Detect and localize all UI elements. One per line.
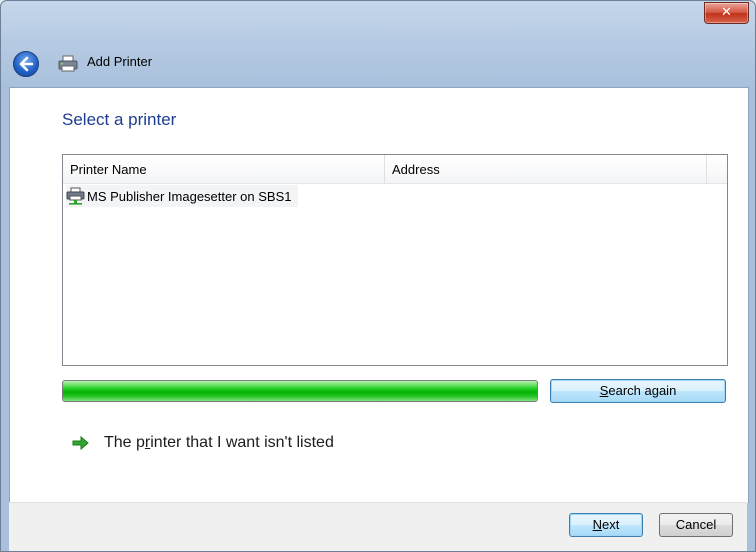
search-again-button[interactable]: Search again bbox=[550, 379, 726, 403]
printer-name: MS Publisher Imagesetter on SBS1 bbox=[87, 188, 292, 204]
progress-fill bbox=[63, 381, 537, 401]
close-button[interactable]: ✕ bbox=[704, 2, 749, 24]
column-header-printer-name[interactable]: Printer Name bbox=[63, 155, 385, 183]
printer-list[interactable]: Printer Name Address MS Publisher Images… bbox=[62, 154, 728, 366]
column-header-filler bbox=[707, 155, 727, 183]
green-arrow-icon bbox=[72, 435, 89, 451]
mnemonic: N bbox=[592, 517, 603, 532]
close-icon: ✕ bbox=[721, 5, 732, 20]
list-header: Printer Name Address bbox=[63, 155, 727, 184]
back-arrow-icon bbox=[19, 56, 34, 72]
list-item[interactable]: MS Publisher Imagesetter on SBS1 bbox=[66, 185, 298, 207]
next-button[interactable]: Next bbox=[569, 513, 643, 537]
link-text: The printer that I want isn't listed bbox=[104, 434, 334, 451]
page-title: Select a printer bbox=[62, 110, 177, 129]
cancel-button[interactable]: Cancel bbox=[659, 513, 733, 537]
column-header-address[interactable]: Address bbox=[385, 155, 707, 183]
back-button[interactable] bbox=[13, 51, 39, 77]
add-printer-window: ✕ Add Printer Select a printer Printer N… bbox=[0, 0, 756, 552]
window-title: Add Printer bbox=[87, 54, 153, 69]
title-bar: Add Printer bbox=[1, 41, 755, 85]
wizard-content: Select a printer Printer Name Address MS… bbox=[9, 87, 749, 503]
button-bar: Next Cancel bbox=[9, 502, 747, 551]
printer-icon bbox=[58, 55, 78, 72]
search-progress-bar bbox=[62, 380, 538, 402]
network-printer-icon bbox=[66, 187, 85, 205]
printer-not-listed-link[interactable]: The printer that I want isn't listed bbox=[72, 434, 334, 452]
